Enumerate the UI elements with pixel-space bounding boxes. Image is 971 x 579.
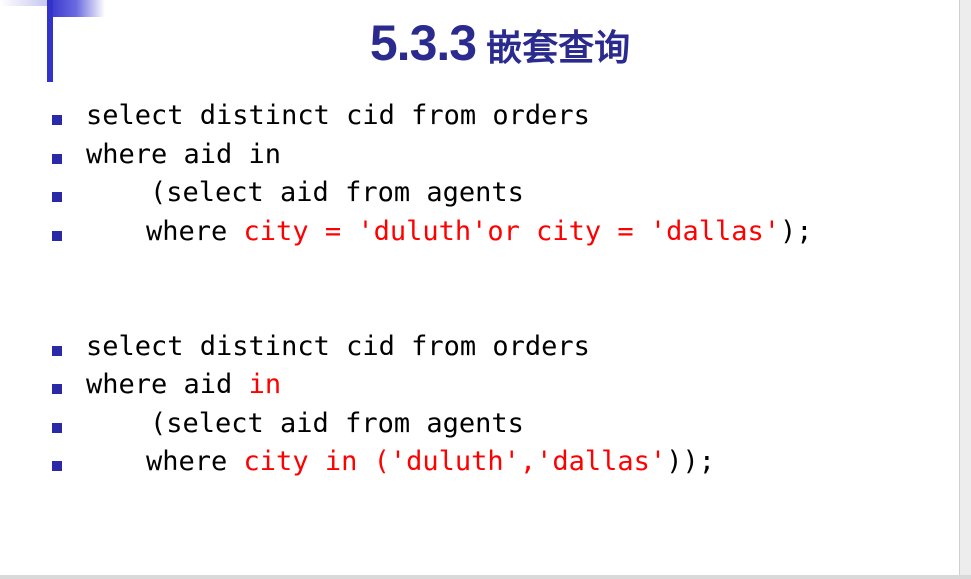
code-highlight: in <box>248 369 282 400</box>
code-line: where city in ('duluth','dallas')); <box>146 446 715 477</box>
code-line: (select aid from agents <box>150 177 524 208</box>
title-number: 5.3.3 <box>369 15 477 71</box>
bullet-icon <box>52 384 62 394</box>
code-line: where aid in <box>86 139 282 170</box>
bullet-icon <box>52 346 62 356</box>
bullet-icon <box>52 461 62 471</box>
code-text: ); <box>779 216 813 247</box>
list-item: where city in ('duluth','dallas')); <box>0 446 900 484</box>
bullet-icon <box>52 115 62 125</box>
code-highlight: city in ('duluth','dallas' <box>243 446 667 477</box>
list-item: select distinct cid from orders <box>0 331 900 369</box>
slide-title: 5.3.3 嵌套查询 <box>0 14 971 72</box>
code-text: where <box>146 446 244 477</box>
code-highlight: city = 'duluth'or city = 'dallas' <box>243 216 780 247</box>
list-item: (select aid from agents <box>0 408 900 446</box>
code-text: )); <box>666 446 715 477</box>
code-text: where aid <box>86 369 249 400</box>
code-line: where city = 'duluth'or city = 'dallas')… <box>146 216 813 247</box>
bullet-icon <box>52 192 62 202</box>
list-item: where aid in <box>0 139 900 177</box>
code-line: (select aid from agents <box>150 408 524 439</box>
code-text: where <box>146 216 244 247</box>
window-right-edge <box>959 0 971 579</box>
code-line: where aid in <box>86 369 281 400</box>
list-item: select distinct cid from orders <box>0 100 900 138</box>
code-line: select distinct cid from orders <box>86 100 590 131</box>
bullet-icon <box>52 423 62 433</box>
bullet-icon <box>52 231 62 241</box>
list-item: where aid in <box>0 369 900 407</box>
list-item: where city = 'duluth'or city = 'dallas')… <box>0 216 900 254</box>
code-line: select distinct cid from orders <box>86 331 590 362</box>
bullet-icon <box>52 154 62 164</box>
decorative-top-gradient <box>0 0 47 6</box>
window-bottom-edge <box>0 575 971 579</box>
title-chinese: 嵌套查询 <box>486 28 631 69</box>
list-item: (select aid from agents <box>0 177 900 215</box>
